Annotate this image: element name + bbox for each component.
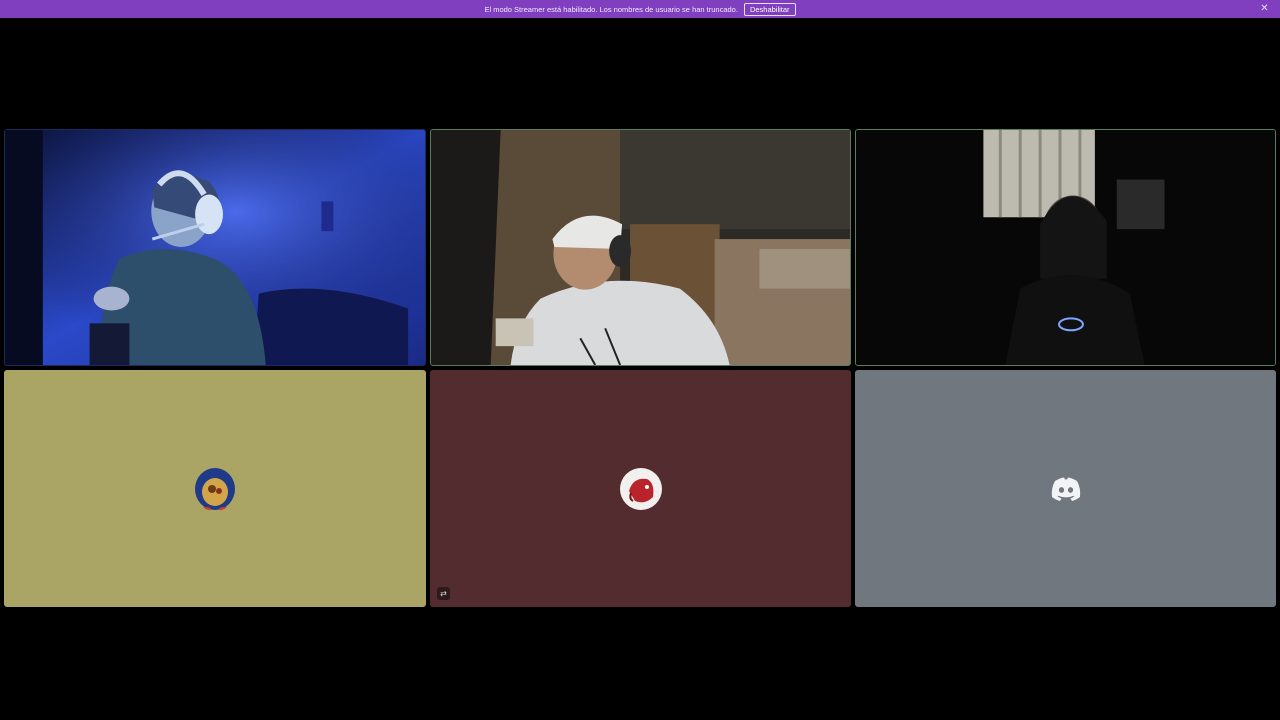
camera-feed-3: [856, 130, 1275, 365]
discord-logo-icon: [1044, 467, 1088, 511]
participant-avatar-tile-6[interactable]: [855, 370, 1276, 607]
voice-call-grid: ⇄: [0, 0, 1280, 720]
camera-feed-1: [5, 130, 425, 365]
screen-share-icon[interactable]: ⇄: [437, 587, 450, 600]
participant-video-2[interactable]: [430, 129, 851, 366]
participant-avatar-tile-4[interactable]: [4, 370, 426, 607]
participant-avatar-tile-5[interactable]: ⇄: [430, 370, 851, 607]
red-creature-avatar-icon: [619, 467, 663, 511]
penguin-avatar-icon: [193, 467, 237, 511]
camera-feed-2: [431, 130, 850, 365]
participant-video-1[interactable]: [4, 129, 426, 366]
participant-video-3[interactable]: [855, 129, 1276, 366]
